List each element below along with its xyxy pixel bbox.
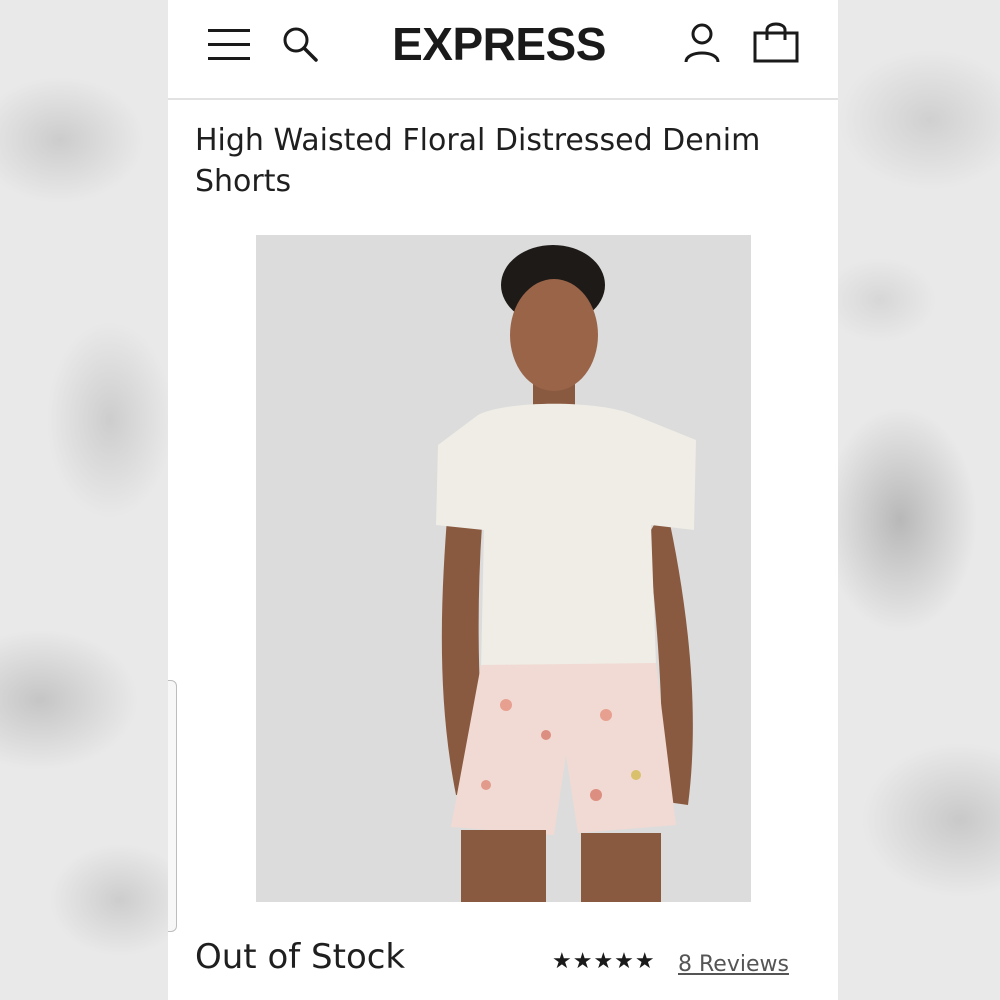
side-edge-handle[interactable] bbox=[168, 680, 177, 932]
shopping-bag-icon[interactable] bbox=[752, 20, 800, 64]
search-icon[interactable] bbox=[282, 26, 318, 62]
stock-status: Out of Stock bbox=[195, 937, 406, 977]
product-title: High Waisted Floral Distressed Denim Sho… bbox=[195, 123, 761, 199]
model-photo bbox=[256, 235, 751, 902]
reviews-link[interactable]: 8 Reviews bbox=[678, 952, 789, 977]
express-logo[interactable]: EXPRESS bbox=[354, 16, 644, 72]
app-screen: EXPRESS High Waisted Floral Distressed D… bbox=[168, 0, 838, 1000]
rating-stars: ★★★★★ bbox=[552, 949, 656, 974]
product-image[interactable] bbox=[256, 235, 751, 902]
menu-icon[interactable] bbox=[208, 26, 250, 62]
top-navigation-bar: EXPRESS bbox=[168, 0, 838, 100]
account-icon[interactable] bbox=[683, 22, 721, 64]
